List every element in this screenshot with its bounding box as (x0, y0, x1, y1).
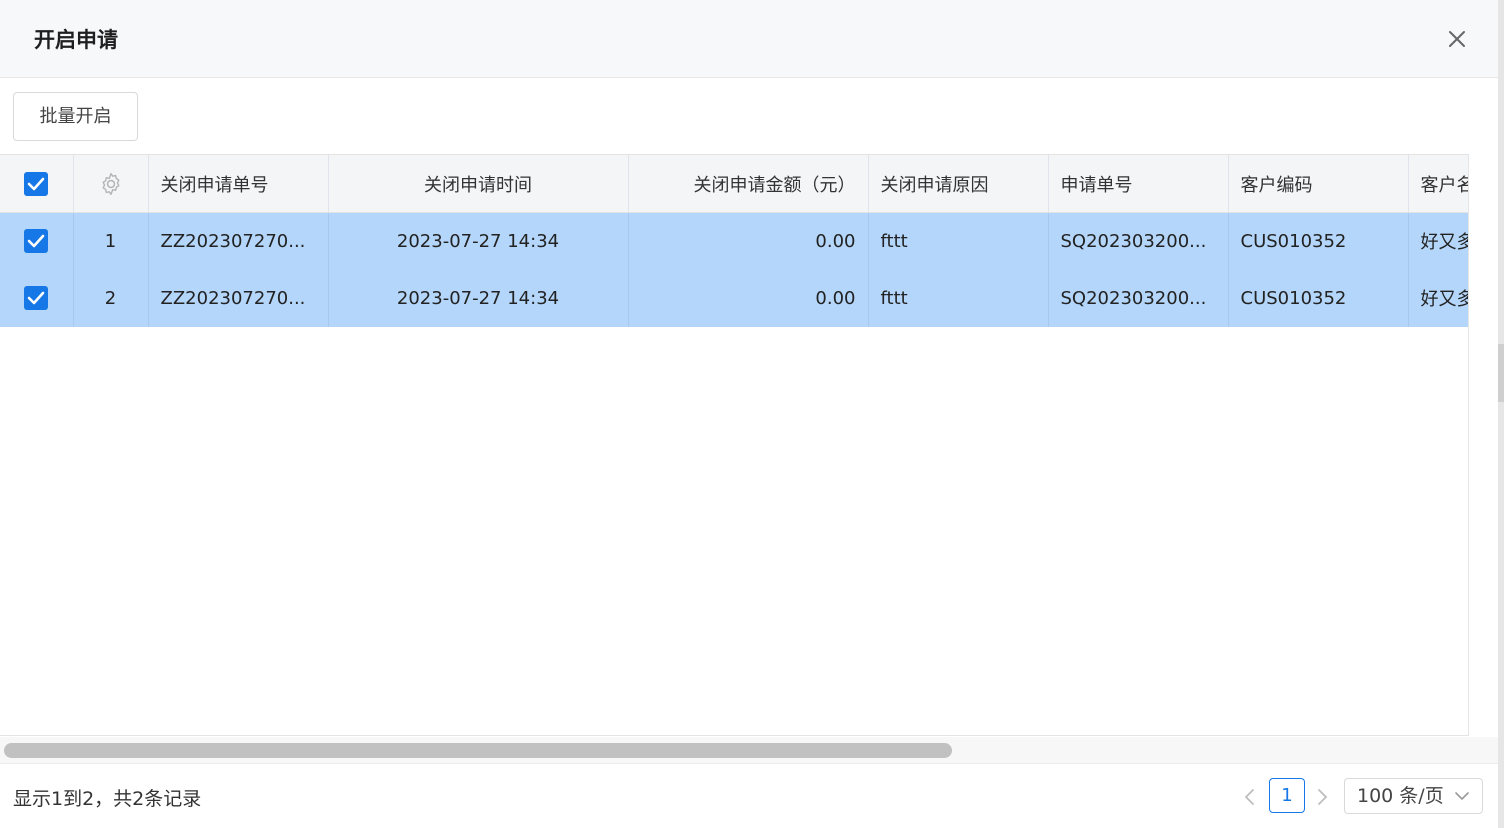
close-icon[interactable] (1442, 24, 1472, 54)
column-header-reason[interactable]: 关闭申请原因 (868, 154, 1049, 213)
cell-customer-name: 好又多 (1408, 212, 1468, 270)
table-header-row: 关闭申请单号 关闭申请时间 关闭申请金额（元） 关闭申请原因 申请单号 客户编码… (0, 154, 1468, 213)
row-checkbox[interactable] (0, 269, 74, 327)
checkbox-checked-icon[interactable] (24, 286, 49, 310)
column-header-apply-no[interactable]: 申请单号 (1048, 154, 1229, 213)
chevron-left-icon[interactable] (1241, 786, 1259, 808)
gear-icon[interactable] (98, 171, 124, 197)
page-size-value: 100 条/页 (1357, 785, 1444, 807)
page-size-select[interactable]: 100 条/页 (1344, 778, 1483, 814)
batch-open-button[interactable]: 批量开启 (13, 92, 138, 141)
cell-close-no: ZZ202307270... (148, 212, 329, 270)
pagination-summary: 显示1到2，共2条记录 (13, 788, 202, 810)
cell-reason: fttt (868, 212, 1049, 270)
data-table: 关闭申请单号 关闭申请时间 关闭申请金额（元） 关闭申请原因 申请单号 客户编码… (0, 154, 1469, 736)
cell-reason: fttt (868, 269, 1049, 327)
row-index: 2 (73, 269, 149, 327)
cell-customer-code: CUS010352 (1228, 212, 1409, 270)
chevron-right-icon[interactable] (1313, 786, 1331, 808)
table-row[interactable]: 1 ZZ202307270... 2023-07-27 14:34 0.00 f… (0, 212, 1468, 270)
cell-apply-no: SQ202303200... (1048, 212, 1229, 270)
column-header-close-time[interactable]: 关闭申请时间 (328, 154, 629, 213)
page-number-button[interactable]: 1 (1269, 778, 1305, 813)
checkbox-checked-icon[interactable] (24, 171, 49, 196)
column-header-customer-code[interactable]: 客户编码 (1228, 154, 1409, 213)
column-header-amount[interactable]: 关闭申请金额（元） (628, 154, 869, 213)
table-row[interactable]: 2 ZZ202307270... 2023-07-27 14:34 0.00 f… (0, 269, 1468, 327)
dialog-title: 开启申请 (34, 28, 118, 52)
column-header-close-no[interactable]: 关闭申请单号 (148, 154, 329, 213)
row-checkbox[interactable] (0, 212, 74, 270)
column-settings-button[interactable] (73, 154, 149, 213)
checkbox-checked-icon[interactable] (24, 229, 49, 254)
cell-customer-name: 好又多 (1408, 269, 1468, 327)
horizontal-scrollbar[interactable] (0, 737, 1498, 764)
cell-close-time: 2023-07-27 14:34 (328, 212, 629, 270)
chevron-down-icon (1455, 792, 1469, 801)
cell-amount: 0.00 (628, 269, 869, 327)
cell-apply-no: SQ202303200... (1048, 269, 1229, 327)
horizontal-scrollbar-thumb[interactable] (4, 743, 952, 758)
cell-amount: 0.00 (628, 212, 869, 270)
column-header-customer-name[interactable]: 客户名称 (1408, 154, 1468, 213)
vertical-scrollbar[interactable] (1469, 212, 1498, 736)
select-all-checkbox[interactable] (0, 154, 74, 213)
row-index: 1 (73, 212, 149, 270)
background-edge (1498, 0, 1504, 828)
dialog-header: 开启申请 (0, 0, 1498, 78)
cell-close-time: 2023-07-27 14:34 (328, 269, 629, 327)
cell-close-no: ZZ202307270... (148, 269, 329, 327)
cell-customer-code: CUS010352 (1228, 269, 1409, 327)
